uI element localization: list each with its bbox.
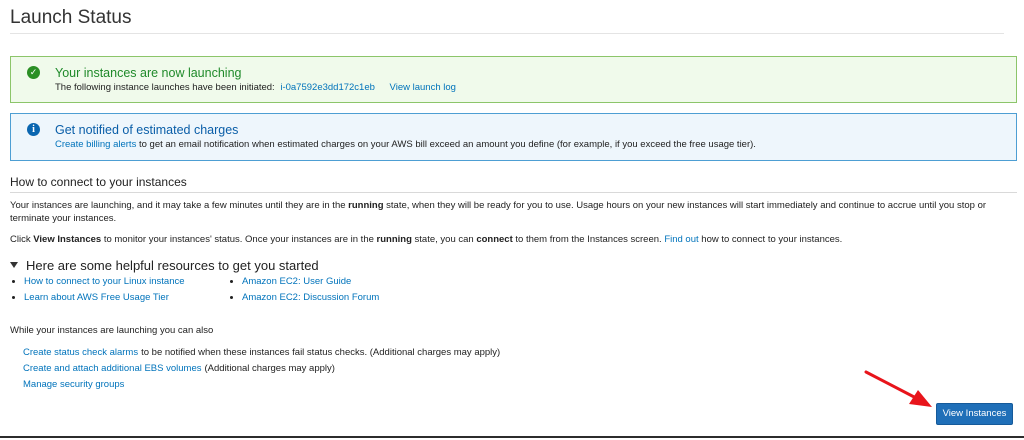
para2-view-instances-bold: View Instances — [33, 234, 102, 245]
list-item: Learn about AWS Free Usage Tier — [10, 292, 185, 308]
bottom-border — [0, 436, 1024, 438]
red-arrow-icon — [864, 370, 932, 407]
caret-down-icon — [10, 262, 18, 268]
para2-text1: to monitor your instances' status. Once … — [103, 234, 374, 245]
billing-alert-text: to get an email notification when estima… — [138, 139, 756, 150]
linux-connect-link[interactable]: How to connect to your Linux instance — [24, 276, 185, 287]
para2-text4: how to connect to your instances. — [701, 234, 843, 245]
connect-paragraph-1: Your instances are launching, and it may… — [10, 199, 1000, 225]
status-alarms-note: to be notified when these instances fail… — [141, 347, 501, 358]
para2-text2: state, you can — [414, 234, 474, 245]
ec2-discussion-forum-link[interactable]: Amazon EC2: Discussion Forum — [242, 292, 379, 303]
also-actions-list: Create status check alarms to be notified… — [23, 347, 500, 395]
list-item: Amazon EC2: Discussion Forum — [228, 292, 379, 308]
title-divider — [10, 33, 1004, 34]
list-item: Create status check alarms to be notified… — [23, 347, 500, 363]
resources-list-right: Amazon EC2: User Guide Amazon EC2: Discu… — [228, 276, 379, 308]
success-alert-heading: Your instances are now launching — [55, 66, 242, 80]
success-alert: ✓ Your instances are now launching The f… — [10, 56, 1017, 103]
view-launch-log-link[interactable]: View launch log — [390, 82, 456, 93]
para1-text-before: Your instances are launching, and it may… — [10, 200, 346, 211]
connect-section-title: How to connect to your instances — [10, 175, 187, 189]
billing-alert-heading: Get notified of estimated charges — [55, 123, 239, 137]
view-instances-button[interactable]: View Instances — [936, 403, 1013, 425]
list-item: Manage security groups — [23, 379, 500, 395]
resources-toggle[interactable]: Here are some helpful resources to get y… — [10, 258, 319, 273]
list-item: Create and attach additional EBS volumes… — [23, 363, 500, 379]
billing-alert-body: Create billing alerts to get an email no… — [55, 139, 756, 150]
manage-security-groups-link[interactable]: Manage security groups — [23, 379, 124, 390]
find-out-link[interactable]: Find out — [664, 234, 698, 245]
success-alert-text: The following instance launches have bee… — [55, 82, 275, 93]
list-item: How to connect to your Linux instance — [10, 276, 185, 292]
resources-title: Here are some helpful resources to get y… — [26, 258, 319, 273]
para2-connect-bold: connect — [476, 234, 513, 245]
create-ebs-volumes-link[interactable]: Create and attach additional EBS volumes — [23, 363, 202, 374]
para2-click: Click — [10, 234, 31, 245]
list-item: Amazon EC2: User Guide — [228, 276, 379, 292]
also-section-title: While your instances are launching you c… — [10, 325, 214, 336]
para1-running-bold: running — [348, 200, 384, 211]
free-usage-tier-link[interactable]: Learn about AWS Free Usage Tier — [24, 292, 169, 303]
create-billing-alerts-link[interactable]: Create billing alerts — [55, 139, 136, 150]
billing-info-alert: i Get notified of estimated charges Crea… — [10, 113, 1017, 161]
page-title: Launch Status — [10, 7, 132, 28]
check-circle-icon: ✓ — [27, 66, 40, 79]
ec2-user-guide-link[interactable]: Amazon EC2: User Guide — [242, 276, 351, 287]
info-circle-icon: i — [27, 123, 40, 136]
para2-running-bold: running — [376, 234, 412, 245]
ebs-volumes-note: (Additional charges may apply) — [204, 363, 335, 374]
para2-text3: to them from the Instances screen. — [515, 234, 662, 245]
create-status-alarms-link[interactable]: Create status check alarms — [23, 347, 138, 358]
instance-id-link[interactable]: i-0a7592e3dd172c1eb — [280, 82, 375, 93]
section-divider — [10, 192, 1017, 193]
connect-paragraph-2: Click View Instances to monitor your ins… — [10, 233, 1000, 246]
resources-list-left: How to connect to your Linux instance Le… — [10, 276, 185, 308]
success-alert-body: The following instance launches have bee… — [55, 82, 456, 93]
